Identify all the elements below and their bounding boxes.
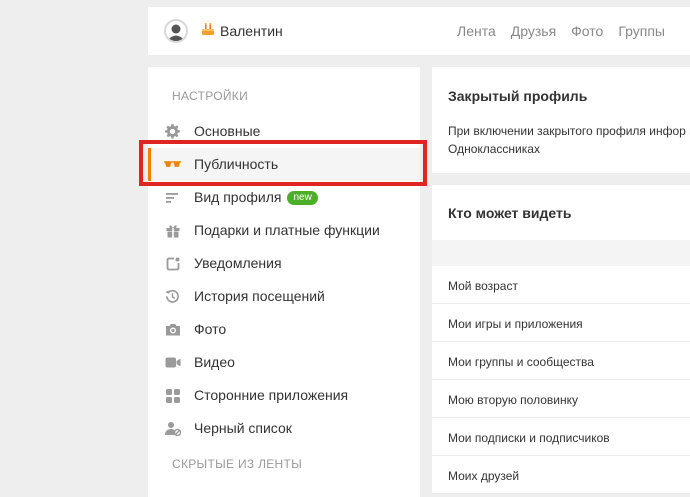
privacy-row-groups[interactable]: Мои группы и сообщества (432, 342, 690, 380)
nav-friends[interactable]: Друзья (511, 23, 556, 39)
sidebar-item-label: Видео (194, 354, 235, 370)
sidebar-item-label: Подарки и платные функции (194, 222, 380, 238)
new-badge: new (287, 191, 318, 205)
top-header: Валентин Лента Друзья Фото Группы (148, 7, 690, 55)
row-label: Мои подписки и подписчиков (448, 431, 610, 445)
avatar[interactable] (164, 19, 188, 43)
sidebar-item-photo[interactable]: Фото (148, 313, 420, 346)
sunglasses-icon (164, 156, 181, 173)
gear-icon (164, 123, 181, 140)
hidden-from-feed-section-title: СКРЫТЫЕ ИЗ ЛЕНТЫ (172, 457, 303, 471)
gift-icon (164, 222, 181, 239)
sidebar-item-gifts[interactable]: Подарки и платные функции (148, 214, 420, 247)
sidebar-item-profile-view[interactable]: Вид профиля new (148, 181, 420, 214)
who-can-see-title: Кто может видеть (448, 205, 572, 221)
table-header-bar (432, 240, 690, 266)
username[interactable]: Валентин (220, 23, 283, 39)
video-icon (164, 354, 181, 371)
row-label: Мои группы и сообщества (448, 355, 594, 369)
privacy-row-partner[interactable]: Мою вторую половинку (432, 380, 690, 418)
nav-feed[interactable]: Лента (457, 23, 496, 39)
lines-icon (164, 189, 181, 206)
sidebar-item-visit-history[interactable]: История посещений (148, 280, 420, 313)
nav-photos[interactable]: Фото (571, 23, 603, 39)
privacy-row-subscriptions[interactable]: Мои подписки и подписчиков (432, 418, 690, 456)
notification-icon (164, 255, 181, 272)
sidebar-item-general[interactable]: Основные (148, 115, 420, 148)
sidebar-item-text: Вид профиля (194, 189, 282, 205)
closed-profile-title: Закрытый профиль (448, 88, 588, 104)
privacy-row-friends[interactable]: Моих друзей (432, 456, 690, 494)
privacy-row-games[interactable]: Мои игры и приложения (432, 304, 690, 342)
closed-profile-card: Закрытый профиль При включении закрытого… (432, 67, 690, 173)
settings-section-title: НАСТРОЙКИ (172, 89, 249, 103)
sidebar-item-label: Фото (194, 321, 227, 337)
settings-sidebar: НАСТРОЙКИ Основные Публичность Вид профи… (148, 67, 420, 497)
sidebar-item-publicity[interactable]: Публичность (148, 148, 420, 181)
history-icon (164, 288, 181, 305)
who-can-see-card: Кто может видеть (432, 185, 690, 240)
sidebar-item-blacklist[interactable]: Черный список (148, 412, 420, 445)
top-nav: Лента Друзья Фото Группы (457, 23, 680, 39)
sidebar-item-label: Основные (194, 123, 261, 139)
sidebar-item-video[interactable]: Видео (148, 346, 420, 379)
sidebar-item-label: Вид профиля new (194, 189, 318, 205)
blacklist-icon (164, 420, 181, 437)
sidebar-item-label: Уведомления (194, 255, 282, 271)
sidebar-item-notifications[interactable]: Уведомления (148, 247, 420, 280)
sidebar-item-label: Черный список (194, 420, 292, 436)
apps-icon (164, 387, 181, 404)
privacy-row-age[interactable]: Мой возраст (432, 266, 690, 304)
sidebar-item-third-party-apps[interactable]: Сторонние приложения (148, 379, 420, 412)
nav-groups[interactable]: Группы (618, 23, 665, 39)
sidebar-item-label: История посещений (194, 288, 325, 304)
sidebar-item-label: Сторонние приложения (194, 387, 349, 403)
birthday-cake-icon (201, 22, 215, 41)
row-label: Мои игры и приложения (448, 317, 583, 331)
sidebar-item-label: Публичность (194, 156, 279, 172)
row-label: Мою вторую половинку (448, 393, 578, 407)
closed-profile-description: При включении закрытого профиля инфор на… (448, 124, 690, 156)
camera-icon (164, 321, 181, 338)
row-label: Моих друзей (448, 469, 520, 483)
row-label: Мой возраст (448, 279, 518, 293)
